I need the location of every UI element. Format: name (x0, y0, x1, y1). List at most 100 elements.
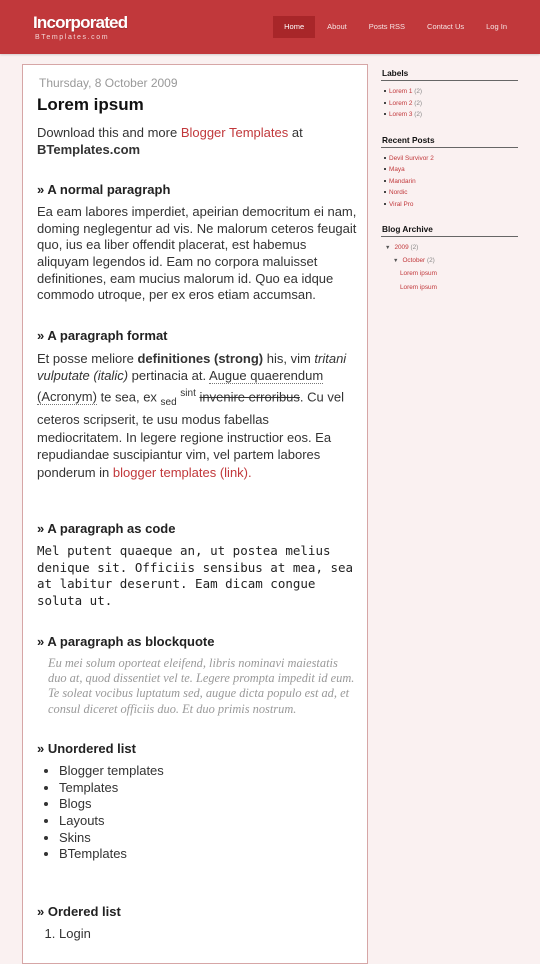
list-item: Blogger templates (59, 763, 357, 780)
format-paragraph: Et posse meliore definitiones (strong) h… (37, 350, 357, 481)
recent-post-link[interactable]: Mandarin (389, 178, 416, 185)
section-heading: » Unordered list (37, 741, 136, 757)
post-title[interactable]: Lorem ipsum (37, 94, 357, 116)
site-subtitle: BTemplates.com (35, 34, 110, 41)
section-heading: » A paragraph as code (37, 521, 176, 537)
bullet-icon (384, 202, 386, 205)
bullet-icon (384, 113, 386, 116)
archive-month-link[interactable]: October (402, 257, 425, 264)
superscript-text: sint (180, 387, 196, 399)
strikethrough-text: invenire erroribus (199, 389, 300, 405)
recent-post-link[interactable]: Maya (389, 166, 405, 173)
bullet-icon (384, 168, 386, 171)
text: te sea, ex (96, 389, 161, 405)
nav-log-in[interactable]: Log In (475, 16, 518, 38)
label-link[interactable]: Lorem 3 (389, 111, 412, 118)
label-link[interactable]: Lorem 1 (389, 88, 412, 95)
main-content: Thursday, 8 October 2009 Lorem ipsum Dow… (22, 64, 368, 964)
intro-text-mid: at (288, 125, 303, 140)
widget-title: Blog Archive (381, 222, 518, 237)
acronym-text: (Acronym) (37, 389, 97, 406)
widget-title: Recent Posts (381, 133, 518, 148)
normal-paragraph: Ea eam labores imperdiet, apeirian democ… (37, 204, 357, 303)
brand[interactable]: Incorporated BTemplates.com (33, 13, 128, 41)
recent-post-item: Viral Pro (384, 199, 518, 211)
post: Thursday, 8 October 2009 Lorem ipsum Dow… (23, 65, 357, 942)
text: pertinacia at. (128, 368, 209, 384)
ordered-list: Login (37, 926, 357, 943)
list-item: Login (59, 926, 357, 943)
archive-year-link[interactable]: 2009 (394, 244, 408, 251)
bullet-icon (384, 179, 386, 182)
section-heading: » Ordered list (37, 903, 121, 919)
bullet-icon (384, 156, 386, 159)
post-date: Thursday, 8 October 2009 (39, 76, 178, 90)
recent-post-item: Maya (384, 164, 518, 176)
label-item: Lorem 3 (2) (384, 109, 518, 121)
archive-count: (2) (426, 256, 435, 264)
archive-post: Lorem ipsum (385, 281, 518, 295)
label-count: (2) (414, 99, 423, 107)
label-link[interactable]: Lorem 2 (389, 100, 412, 107)
nav-posts-rss[interactable]: Posts RSS (358, 16, 416, 38)
archive-month: ▼ October (2) (385, 255, 518, 268)
blockquote: Eu mei solum oporteat eleifend, libris n… (48, 655, 355, 716)
archive-post-link[interactable]: Lorem ipsum (400, 284, 437, 291)
list-item: Layouts (59, 813, 357, 830)
list-item: BTemplates (59, 846, 357, 863)
list-item: Templates (59, 780, 357, 797)
list-item: Blogs (59, 796, 357, 813)
text: his, vim (263, 350, 315, 366)
intro-bold: BTemplates.com (37, 141, 141, 157)
sidebar: Labels Lorem 1 (2) Lorem 2 (2) Lorem 3 (… (381, 66, 518, 306)
list-item: Skins (59, 830, 357, 847)
archive-post: Lorem ipsum (385, 267, 518, 281)
recent-post-item: Devil Survivor 2 (384, 153, 518, 165)
nav-about[interactable]: About (316, 16, 358, 38)
label-count: (2) (414, 88, 423, 95)
abbr-text: Augue quaerendum (209, 368, 324, 385)
section-unordered: » Unordered list Blogger templates Templ… (37, 741, 357, 863)
text: Et posse meliore (37, 350, 138, 366)
recent-post-link[interactable]: Viral Pro (389, 201, 413, 208)
label-item: Lorem 1 (2) (384, 86, 518, 98)
nav-contact-us[interactable]: Contact Us (416, 16, 475, 38)
blogger-templates-link[interactable]: Blogger Templates (181, 125, 288, 140)
blog-archive-widget: Blog Archive ▼ 2009 (2) ▼ October (2) Lore… (381, 222, 518, 294)
recent-post-link[interactable]: Devil Survivor 2 (389, 155, 434, 162)
subscript-text: sed (160, 396, 177, 408)
recent-post-item: Mandarin (384, 176, 518, 188)
widget-title: Labels (381, 66, 518, 81)
section-code: » A paragraph as code Mel putent quaeque… (37, 521, 357, 609)
label-count: (2) (414, 111, 423, 118)
section-blockquote: » A paragraph as blockquote Eu mei solum… (37, 634, 357, 718)
recent-posts-widget: Recent Posts Devil Survivor 2 Maya Manda… (381, 133, 518, 211)
bullet-icon (384, 90, 386, 93)
triangle-down-icon[interactable]: ▼ (385, 245, 390, 251)
code-paragraph: Mel putent quaeque an, ut postea melius … (37, 543, 361, 608)
site-header: Incorporated BTemplates.com Home About P… (0, 0, 540, 54)
archive-count: (2) (410, 244, 419, 251)
section-normal: » A normal paragraph Ea eam labores impe… (37, 182, 357, 304)
section-format: » A paragraph format Et posse meliore de… (37, 328, 357, 481)
label-item: Lorem 2 (2) (384, 98, 518, 110)
bullet-icon (384, 191, 386, 194)
site-title[interactable]: Incorporated (33, 13, 128, 32)
triangle-down-icon[interactable]: ▼ (393, 258, 398, 264)
recent-post-link[interactable]: Nordic (389, 189, 407, 196)
archive-post-link[interactable]: Lorem ipsum (400, 270, 437, 277)
labels-widget: Labels Lorem 1 (2) Lorem 2 (2) Lorem 3 (… (381, 66, 518, 121)
post-intro: Download this and more Blogger Templates… (37, 125, 357, 158)
section-ordered: » Ordered list Login (37, 904, 357, 943)
section-heading: » A paragraph format (37, 327, 168, 343)
archive-year: ▼ 2009 (2) (385, 242, 518, 255)
bullet-icon (384, 101, 386, 104)
recent-post-item: Nordic (384, 187, 518, 199)
nav-home[interactable]: Home (273, 16, 316, 38)
intro-text: Download this and more (37, 125, 181, 140)
top-nav: Home About Posts RSS Contact Us Log In (273, 16, 518, 38)
strong-text: definitiones (strong) (137, 350, 264, 366)
blogger-templates-inline-link[interactable]: blogger templates (link). (113, 465, 252, 480)
unordered-list: Blogger templates Templates Blogs Layout… (37, 763, 357, 863)
section-heading: » A paragraph as blockquote (37, 633, 215, 649)
